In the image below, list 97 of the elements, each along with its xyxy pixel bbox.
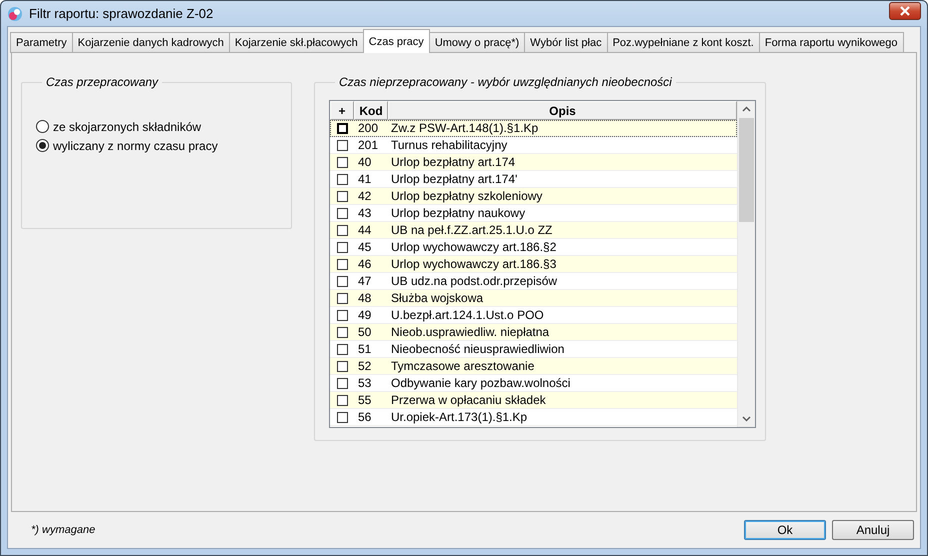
table-cell-text: Przerwa w opłacaniu składek (390, 392, 547, 408)
table-cell-text: 53 (357, 375, 372, 391)
table-cell-text: 200 (357, 120, 380, 136)
close-button[interactable] (889, 2, 921, 20)
column-header[interactable]: + (330, 101, 354, 120)
footnote: *) wymagane (31, 524, 96, 536)
checkbox[interactable] (336, 310, 348, 320)
checkbox[interactable] (336, 224, 348, 236)
tab[interactable]: Parametry (10, 32, 73, 53)
table-row[interactable]: 46 Urlop wychowawczy art.186.§3 (330, 256, 737, 273)
table-cell-text: Nieobecność nieusprawiedliwion (390, 341, 566, 357)
tab[interactable]: Umowy o pracę*) (428, 32, 526, 53)
table-row[interactable]: 51 Nieobecność nieusprawiedliwion (330, 341, 737, 358)
checkbox[interactable] (336, 344, 348, 354)
table-cell-text: 49 (357, 307, 372, 323)
table-cell-text: Urlop bezpłatny szkoleniowy (390, 188, 544, 204)
table-row[interactable]: 44 UB na peł.f.ZZ.art.25.1.U.o ZZ (330, 222, 737, 239)
table-row[interactable]: 41 Urlop bezpłatny art.174' (330, 171, 737, 188)
table-cell-text: Odbywanie kary pozbaw.wolności (390, 375, 572, 391)
table-row[interactable]: 42 Urlop bezpłatny szkoleniowy (330, 188, 737, 205)
close-icon (899, 6, 911, 16)
checkbox[interactable] (336, 156, 348, 168)
table-cell-text: Urlop bezpłatny art.174' (390, 171, 518, 187)
table-cell-text: 44 (357, 222, 372, 238)
table-cell-text: Służba wojskowa (390, 290, 484, 306)
table-cell-text: 48 (357, 290, 372, 306)
table-cell-text: Turnus rehabilitacyjny (390, 137, 508, 153)
checkbox[interactable] (336, 276, 348, 286)
table-row[interactable]: 55 Przerwa w opłacaniu składek (330, 392, 737, 409)
group-title: Czas nieprzepracowany - wybór uwzględnianych nieobecności (338, 75, 673, 89)
tab[interactable]: Wybór list płac (524, 32, 608, 53)
column-header[interactable]: Opis (388, 101, 737, 120)
table-cell-text: 42 (357, 188, 372, 204)
table-cell-text: 52 (357, 358, 372, 374)
table-row[interactable]: 50 Nieob.usprawiedliw. niepłatna (330, 324, 737, 341)
checkbox[interactable] (336, 378, 348, 388)
table-cell-text: 43 (357, 205, 372, 221)
table-cell-text: 40 (357, 154, 372, 170)
radio-label: wyliczany z normy czasu pracy (53, 138, 218, 152)
table-row[interactable]: 40 Urlop bezpłatny art.174 (330, 154, 737, 171)
app-icon (7, 6, 23, 22)
table-cell-text: Ur.opiek-Art.173(1).§1.Kp (390, 409, 528, 425)
table-cell-text: Urlop bezpłatny naukowy (390, 205, 526, 221)
checkbox[interactable] (336, 360, 348, 372)
checkbox[interactable] (336, 326, 348, 338)
table-cell-text: Urlop wychowawczy art.186.§2 (390, 239, 558, 255)
table-cell-text: UB udz.na podst.odr.przepisów (390, 273, 558, 289)
tab[interactable]: Forma raportu wynikowego (758, 32, 904, 53)
table-cell-text: 47 (357, 273, 372, 289)
tab[interactable]: Poz.wypełniane z kont koszt. (606, 32, 760, 53)
table-row[interactable]: 47 UB udz.na podst.odr.przepisów (330, 273, 737, 290)
radio-label: ze skojarzonych składników (53, 120, 202, 134)
table-row[interactable]: 48 Służba wojskowa (330, 290, 737, 307)
table-cell-text: Urlop wychowawczy art.186.§3 (390, 256, 558, 272)
checkbox[interactable] (336, 208, 348, 218)
table-cell-text: Urlop bezpłatny art.174 (390, 154, 516, 170)
table-cell-text: 51 (357, 341, 372, 357)
checkbox[interactable] (336, 258, 348, 270)
tab[interactable]: Czas pracy (362, 29, 430, 53)
group-title: Czas przepracowany (45, 75, 160, 89)
table-cell-text: UB na peł.f.ZZ.art.25.1.U.o ZZ (390, 222, 554, 238)
table-cell-text: 55 (357, 392, 372, 408)
tab[interactable]: Kojarzenie skł.płacowych (228, 32, 364, 53)
checkbox[interactable] (336, 292, 348, 304)
column-header[interactable]: Kod (354, 101, 388, 120)
table-cell-text: Tymczasowe aresztowanie (390, 358, 536, 374)
checkbox[interactable] (336, 174, 348, 184)
table-cell-text: U.bezpł.art.124.1.Ust.o POO (390, 307, 545, 323)
table-cell-text: 201 (357, 137, 380, 153)
table-cell-text: 41 (357, 171, 372, 187)
dialog-button[interactable]: Ok (744, 520, 826, 540)
table-row[interactable]: 201 Turnus rehabilitacyjny (330, 137, 737, 154)
tab[interactable]: Kojarzenie danych kadrowych (72, 32, 230, 53)
checkbox[interactable] (336, 140, 348, 150)
table-cell-text: Zw.z PSW-Art.148(1).§1.Kp (390, 120, 540, 136)
table-cell-text: 56 (357, 409, 372, 425)
table-row[interactable]: 45 Urlop wychowawczy art.186.§2 (330, 239, 737, 256)
table-row[interactable]: 53 Odbywanie kary pozbaw.wolności (330, 375, 737, 392)
window-title: Filtr raportu: sprawozdanie Z-02 (29, 6, 214, 21)
checkbox[interactable] (336, 122, 348, 134)
radio-button[interactable] (36, 139, 49, 152)
checkbox[interactable] (336, 190, 348, 202)
table-cell-text: 50 (357, 324, 372, 340)
radio-button[interactable] (36, 120, 49, 133)
scrollbar[interactable] (737, 101, 755, 427)
table-row[interactable]: 56 Ur.opiek-Art.173(1).§1.Kp (330, 409, 737, 426)
table-cell-text: Nieob.usprawiedliw. niepłatna (390, 324, 550, 340)
table-row[interactable]: 200 Zw.z PSW-Art.148(1).§1.Kp (330, 120, 737, 137)
checkbox[interactable] (336, 242, 348, 252)
dialog-button[interactable]: Anuluj (832, 520, 914, 540)
table-cell-text: 46 (357, 256, 372, 272)
table-cell-text: 45 (357, 239, 372, 255)
table-row[interactable]: 43 Urlop bezpłatny naukowy (330, 205, 737, 222)
checkbox[interactable] (336, 412, 348, 422)
checkbox[interactable] (336, 394, 348, 406)
table-row[interactable]: 49 U.bezpł.art.124.1.Ust.o POO (330, 307, 737, 324)
table-row[interactable]: 52 Tymczasowe aresztowanie (330, 358, 737, 375)
